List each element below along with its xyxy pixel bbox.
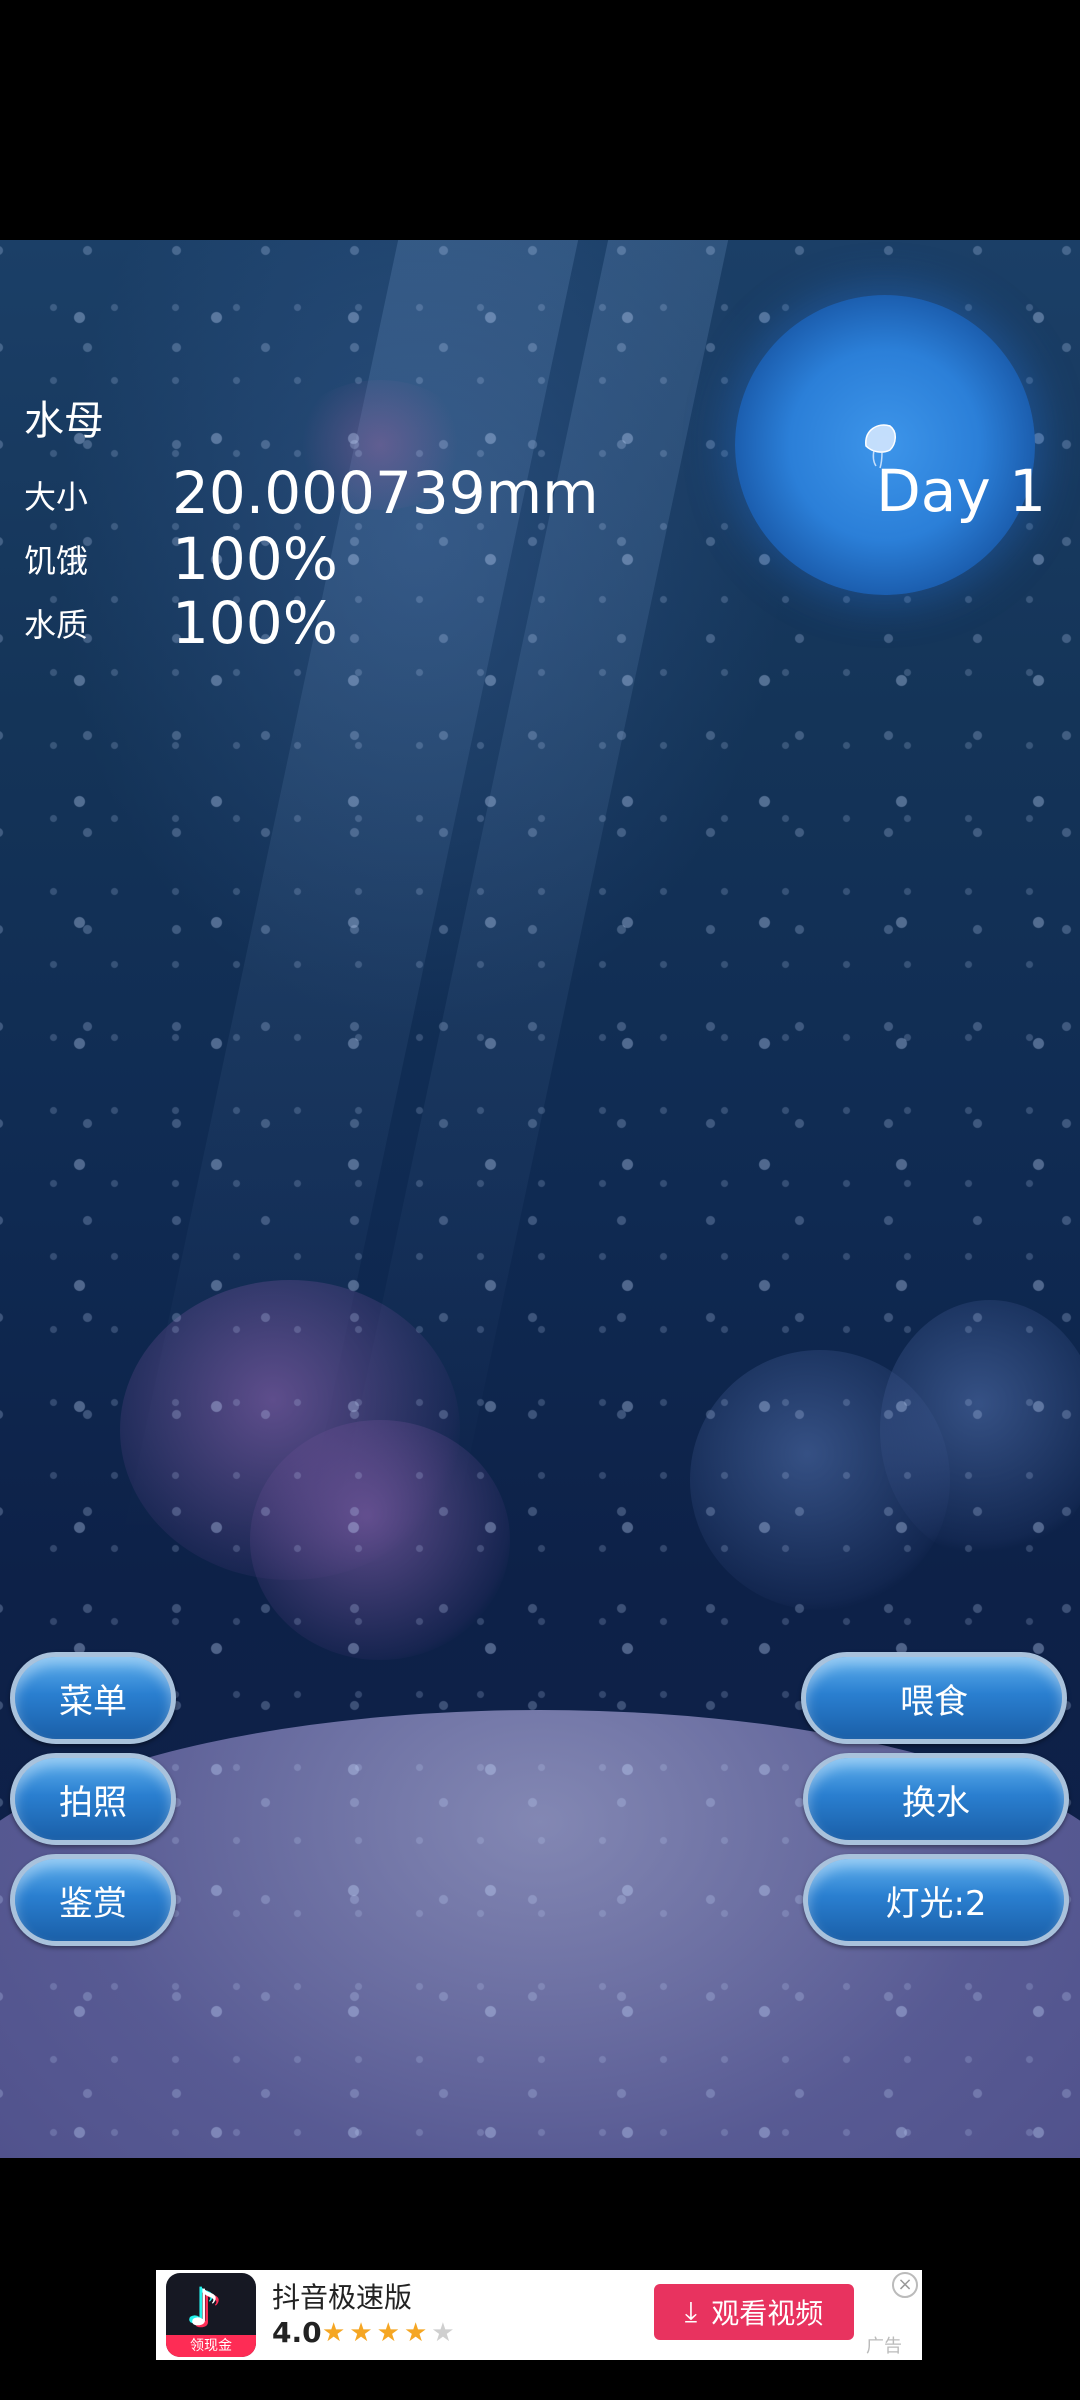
download-icon: ⤓ <box>684 2295 698 2328</box>
tiktok-app-icon: ♪ 领现金 <box>166 2273 256 2357</box>
day-counter: Day 1 <box>876 457 1046 525</box>
ad-banner[interactable]: ♪ 领现金 抖音极速版 4.0 ★★★★★ ⤓ 观看视频 × 广告 <box>156 2270 922 2360</box>
star-icon: ★ <box>403 2318 432 2348</box>
ad-app-name: 抖音极速版 <box>272 2281 413 2314</box>
music-note-icon: ♪ <box>188 2279 220 2337</box>
light-button[interactable]: 灯光:2 <box>803 1854 1069 1946</box>
ad-tag: 广告 <box>866 2336 902 2357</box>
star-icon: ★ <box>322 2318 350 2348</box>
water-quality-value: 100% <box>172 589 338 657</box>
hunger-value: 100% <box>172 525 338 593</box>
creature-name: 水母 <box>24 398 104 444</box>
star-empty-icon: ★ <box>431 2318 459 2348</box>
star-icon: ★ <box>376 2318 404 2348</box>
water-quality-label: 水质 <box>24 606 89 644</box>
photo-button[interactable]: 拍照 <box>10 1753 176 1845</box>
change-water-button[interactable]: 换水 <box>803 1753 1069 1845</box>
hunger-label: 饥饿 <box>24 542 89 580</box>
appraise-button[interactable]: 鉴赏 <box>10 1854 176 1946</box>
menu-button[interactable]: 菜单 <box>10 1652 176 1744</box>
size-value: 20.000739mm <box>172 459 599 527</box>
ad-rating: 4.0 <box>272 2316 322 2349</box>
ad-close-icon[interactable]: × <box>892 2272 918 2298</box>
ad-star-rating: ★★★★★ <box>322 2318 459 2348</box>
size-label: 大小 <box>24 478 89 516</box>
feed-button[interactable]: 喂食 <box>801 1652 1067 1744</box>
watch-video-label: 观看视频 <box>711 2297 824 2330</box>
watch-video-button[interactable]: ⤓ 观看视频 <box>654 2284 854 2340</box>
top-letterbox <box>0 0 1080 240</box>
star-icon: ★ <box>349 2318 377 2348</box>
ad-icon-badge: 领现金 <box>166 2335 256 2357</box>
